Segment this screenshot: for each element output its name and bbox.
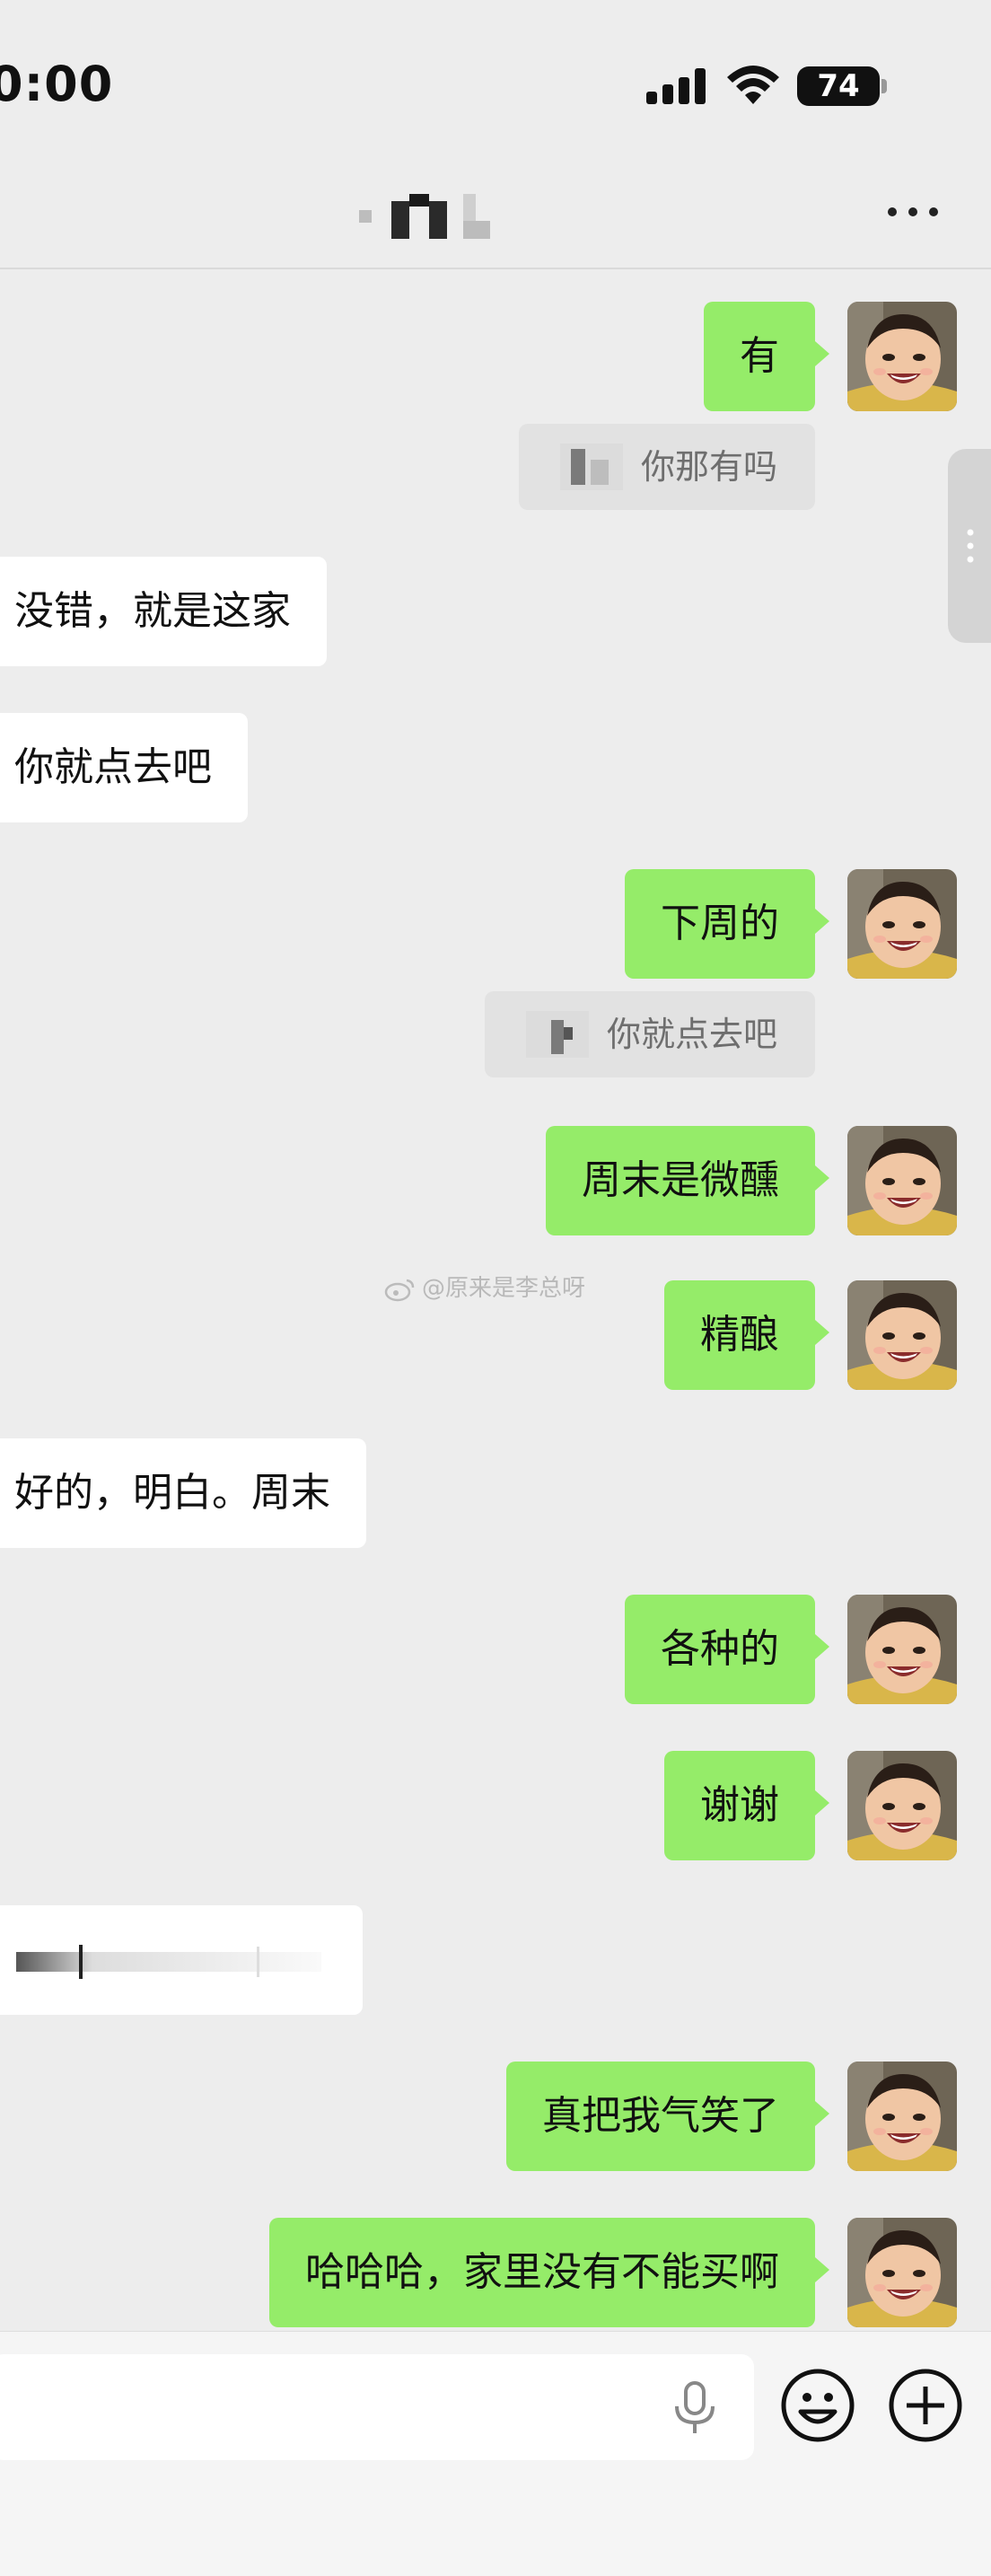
avatar[interactable] xyxy=(847,1751,957,1860)
quoted-message-text: 你那有吗 xyxy=(640,447,777,487)
watermark: @原来是李总呀 xyxy=(384,1270,585,1303)
battery-cap xyxy=(881,79,887,93)
message-input[interactable] xyxy=(0,2354,754,2460)
battery-indicator: 74 xyxy=(797,66,880,106)
drag-handle-icon xyxy=(967,529,974,563)
message-bubble-other[interactable]: 好的，明白。周末 xyxy=(0,1438,366,1548)
status-time: 0:00 xyxy=(0,56,114,112)
header-divider xyxy=(0,268,991,269)
mic-icon[interactable] xyxy=(670,2381,720,2437)
voice-waveform-icon xyxy=(16,1945,321,1979)
message-bubble-self[interactable]: 精酿 xyxy=(664,1280,829,1390)
status-bar: 0:00 74 xyxy=(0,0,991,171)
message-bubble-self[interactable]: 哈哈哈，家里没有不能买啊 xyxy=(269,2218,829,2327)
more-icon[interactable] xyxy=(880,194,946,230)
signal-icon xyxy=(646,68,706,104)
voice-message-bubble[interactable] xyxy=(0,1905,363,2015)
avatar[interactable] xyxy=(847,1280,957,1390)
avatar[interactable] xyxy=(847,1595,957,1704)
avatar[interactable] xyxy=(847,2218,957,2327)
message-bubble-self[interactable]: 周末是微醺 xyxy=(546,1126,829,1235)
avatar[interactable] xyxy=(847,869,957,979)
message-bubble-self[interactable]: 真把我气笑了 xyxy=(506,2062,829,2171)
quoted-message[interactable]: 你就点去吧 xyxy=(484,991,815,1077)
avatar[interactable] xyxy=(847,1126,957,1235)
message-bubble-other[interactable]: 你就点去吧 xyxy=(0,713,248,822)
masked-chat-title xyxy=(359,194,490,239)
message-bubble-self[interactable]: 各种的 xyxy=(625,1595,829,1704)
wifi-icon xyxy=(727,66,779,104)
plus-icon[interactable] xyxy=(887,2367,964,2444)
message-bubble-other[interactable]: 没错，就是这家 xyxy=(0,557,327,666)
masked-quote-sender xyxy=(559,444,623,490)
watermark-text: @原来是李总呀 xyxy=(422,1275,586,1302)
quoted-message-text: 你就点去吧 xyxy=(606,1015,777,1054)
message-bubble-self[interactable]: 下周的 xyxy=(625,869,829,979)
avatar[interactable] xyxy=(847,2062,957,2171)
quoted-message[interactable]: 你那有吗 xyxy=(518,424,815,510)
message-bubble-self[interactable]: 谢谢 xyxy=(664,1751,829,1860)
masked-quote-sender xyxy=(525,1011,589,1058)
avatar[interactable] xyxy=(847,302,957,411)
weibo-icon xyxy=(384,1279,415,1301)
message-bubble-self[interactable]: 有 xyxy=(704,302,829,411)
emoji-icon[interactable] xyxy=(779,2367,856,2444)
